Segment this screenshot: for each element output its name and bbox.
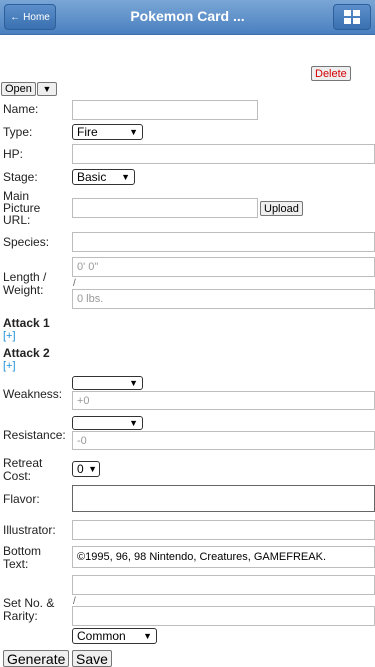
attack1-heading: Attack 1 (3, 316, 50, 330)
length-weight-separator: / (73, 278, 76, 289)
type-label: Type: (3, 125, 33, 139)
picture-url-label-line3: URL: (3, 213, 31, 227)
generate-button[interactable]: Generate (3, 650, 70, 667)
upload-button[interactable]: Upload (260, 201, 303, 216)
length-weight-label-line2: Weight: (3, 283, 44, 297)
delete-button[interactable]: Delete (311, 66, 351, 81)
bottom-text-value: ©1995, 96, 98 Nintendo, Creatures, GAMEF… (77, 551, 327, 563)
stage-value: Basic (77, 170, 107, 184)
weakness-label: Weakness: (3, 387, 63, 401)
species-input[interactable] (72, 232, 375, 252)
attack2-add-link[interactable]: [+] (3, 360, 16, 372)
set-total-input[interactable] (72, 606, 375, 626)
home-label: Home (23, 11, 50, 23)
chevron-down-icon: ▼ (129, 418, 138, 428)
chevron-down-icon: ▼ (88, 464, 97, 474)
rarity-value: Common (77, 629, 126, 643)
attack2-heading: Attack 2 (3, 346, 50, 360)
species-label: Species: (3, 235, 50, 249)
retreat-cost-value: 0 (77, 462, 84, 476)
flavor-label: Flavor: (3, 492, 40, 506)
open-dropdown[interactable]: ▼ (37, 82, 57, 96)
home-button[interactable]: ← Home (4, 4, 56, 30)
chevron-down-icon: ▼ (121, 172, 130, 182)
weight-placeholder: 0 lbs. (77, 293, 104, 305)
resistance-label: Resistance: (3, 428, 66, 442)
left-arrow-icon: ← (10, 11, 21, 23)
open-button[interactable]: Open (1, 82, 36, 96)
hp-input[interactable] (72, 144, 375, 164)
resistance-value-input[interactable]: -0 (72, 431, 375, 450)
stage-label: Stage: (3, 170, 38, 184)
illustrator-input[interactable] (72, 520, 375, 540)
type-value: Fire (77, 125, 98, 139)
chevron-down-icon: ▼ (129, 378, 138, 388)
set-rarity-label-line2: Rarity: (3, 609, 38, 623)
app-header: ← Home Pokemon Card ... (0, 0, 375, 35)
length-input[interactable]: 0' 0" (72, 257, 375, 277)
name-label: Name: (3, 102, 39, 116)
chevron-down-icon: ▼ (143, 631, 152, 641)
weakness-value-input[interactable]: +0 (72, 391, 375, 410)
retreat-cost-select[interactable]: 0 ▼ (72, 461, 100, 477)
chevron-down-icon: ▼ (129, 127, 138, 137)
chevron-down-icon: ▼ (42, 84, 52, 94)
save-button[interactable]: Save (72, 650, 112, 667)
weakness-placeholder: +0 (77, 394, 90, 407)
weight-input[interactable]: 0 lbs. (72, 289, 375, 309)
hp-label: HP: (3, 147, 24, 161)
length-placeholder: 0' 0" (77, 261, 99, 273)
illustrator-label: Illustrator: (3, 523, 56, 537)
grid-icon (344, 10, 360, 24)
resistance-placeholder: -0 (77, 434, 87, 447)
picture-url-input[interactable] (72, 198, 258, 218)
bottom-text-label-line2: Text: (3, 557, 29, 571)
type-select[interactable]: Fire ▼ (72, 124, 143, 140)
menu-button[interactable] (333, 4, 371, 30)
weakness-type-select[interactable]: ▼ (72, 376, 143, 390)
retreat-cost-label-line2: Cost: (3, 469, 32, 483)
set-number-input[interactable] (72, 575, 375, 595)
bottom-text-input[interactable]: ©1995, 96, 98 Nintendo, Creatures, GAMEF… (72, 546, 375, 568)
flavor-textarea[interactable] (72, 485, 375, 512)
page-title: Pokemon Card ... (130, 8, 245, 24)
attack1-add-link[interactable]: [+] (3, 330, 16, 342)
rarity-select[interactable]: Common ▼ (72, 628, 157, 644)
resistance-type-select[interactable]: ▼ (72, 416, 143, 430)
stage-select[interactable]: Basic ▼ (72, 169, 135, 185)
name-input[interactable] (72, 100, 258, 120)
